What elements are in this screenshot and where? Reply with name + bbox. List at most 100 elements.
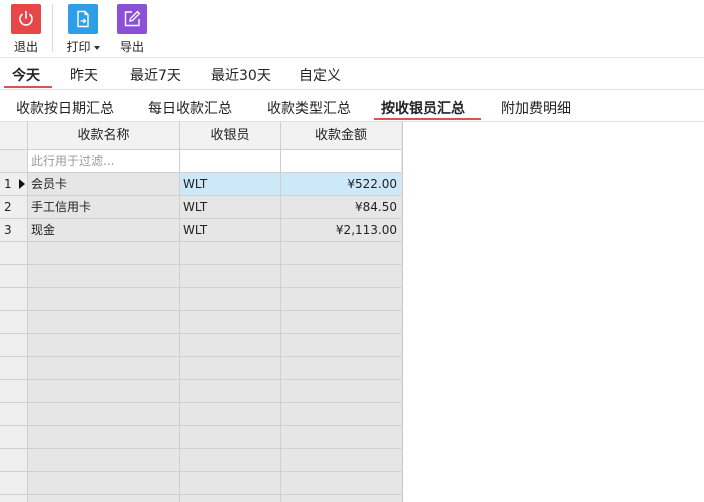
export-label: 导出 [119, 40, 144, 54]
empty-cell [28, 495, 180, 502]
cell-cashier[interactable]: WLT [180, 219, 281, 242]
edit-icon [117, 4, 147, 34]
table-row[interactable]: 3 现金 WLT ¥2,113.00 [0, 219, 402, 242]
empty-cell [180, 380, 281, 403]
empty-cell [28, 449, 180, 472]
empty-cell [281, 311, 401, 334]
empty-cell [0, 357, 28, 380]
grid-header: 收款名称 收银员 收款金额 [0, 122, 402, 150]
tab-yesterday[interactable]: 昨天 [70, 65, 98, 85]
empty-cell [180, 311, 281, 334]
empty-cell [0, 472, 28, 495]
power-icon [11, 4, 41, 34]
filter-row-header [0, 150, 28, 173]
table-row[interactable]: 2 手工信用卡 WLT ¥84.50 [0, 196, 402, 219]
cell-name[interactable]: 会员卡 [28, 173, 180, 196]
empty-cell [0, 426, 28, 449]
filter-input-amount[interactable] [281, 150, 401, 173]
empty-cell [28, 380, 180, 403]
empty-cell [281, 403, 401, 426]
empty-row [0, 426, 402, 449]
empty-cell [0, 495, 28, 502]
empty-cell [28, 311, 180, 334]
empty-cell [281, 472, 401, 495]
empty-cell [180, 288, 281, 311]
tab-daily[interactable]: 每日收款汇总 [148, 98, 232, 118]
cell-cashier[interactable]: WLT [180, 196, 281, 219]
empty-cell [281, 426, 401, 449]
empty-row [0, 449, 402, 472]
cell-amount[interactable]: ¥84.50 [281, 196, 401, 219]
row-header-corner [0, 122, 28, 150]
empty-cell [28, 242, 180, 265]
empty-cell [281, 495, 401, 502]
current-row-pointer-icon [19, 179, 25, 189]
empty-cell [281, 265, 401, 288]
date-range-tabs: 今天 昨天 最近7天 最近30天 自定义 [0, 58, 704, 90]
tab-by-type[interactable]: 收款类型汇总 [267, 98, 351, 118]
table-row[interactable]: 1 会员卡 WLT ¥522.00 [0, 173, 402, 196]
cell-amount[interactable]: ¥522.00 [281, 173, 401, 196]
row-indicator: 1 [0, 173, 28, 196]
empty-row [0, 403, 402, 426]
cell-name[interactable]: 现金 [28, 219, 180, 242]
filter-row: 此行用于过滤... [0, 150, 402, 173]
cashier-summary-grid: 收款名称 收银员 收款金额 此行用于过滤... 1 会员卡 WLT ¥522.0… [0, 122, 403, 502]
empty-cell [28, 426, 180, 449]
empty-cell [180, 265, 281, 288]
active-tab-underline [374, 118, 481, 120]
tab-today[interactable]: 今天 [12, 65, 40, 85]
empty-cell [0, 380, 28, 403]
cell-amount[interactable]: ¥2,113.00 [281, 219, 401, 242]
empty-cell [0, 449, 28, 472]
export-button[interactable]: 导出 [109, 4, 155, 55]
cell-name[interactable]: 手工信用卡 [28, 196, 180, 219]
tab-by-cashier[interactable]: 按收银员汇总 [381, 98, 465, 118]
empty-row [0, 334, 402, 357]
empty-cell [281, 357, 401, 380]
empty-cell [180, 242, 281, 265]
column-header-cashier[interactable]: 收银员 [180, 122, 281, 150]
toolbar-separator [52, 4, 53, 52]
column-header-name[interactable]: 收款名称 [28, 122, 180, 150]
empty-row [0, 265, 402, 288]
empty-cell [180, 403, 281, 426]
empty-row [0, 495, 402, 502]
exit-label: 退出 [13, 40, 38, 54]
empty-row [0, 357, 402, 380]
cell-cashier[interactable]: WLT [180, 173, 281, 196]
empty-cell [0, 311, 28, 334]
empty-cell [180, 472, 281, 495]
empty-cell [28, 472, 180, 495]
chevron-down-icon [93, 45, 100, 50]
tab-custom[interactable]: 自定义 [299, 65, 341, 85]
empty-cell [180, 334, 281, 357]
empty-row [0, 288, 402, 311]
filter-input-cashier[interactable] [180, 150, 281, 173]
print-icon [68, 4, 98, 34]
empty-row [0, 380, 402, 403]
empty-cell [180, 449, 281, 472]
empty-cell [281, 242, 401, 265]
empty-cell [281, 449, 401, 472]
tab-last-30-days[interactable]: 最近30天 [211, 65, 271, 85]
empty-cell [281, 334, 401, 357]
empty-cell [0, 265, 28, 288]
empty-cell [28, 265, 180, 288]
tab-surcharge-detail[interactable]: 附加费明细 [501, 98, 571, 118]
active-tab-underline [4, 86, 52, 88]
empty-cell [0, 288, 28, 311]
print-label: 打印 [60, 38, 106, 55]
tab-last-7-days[interactable]: 最近7天 [130, 65, 181, 85]
print-button[interactable]: 打印 [60, 4, 106, 55]
filter-input-name[interactable]: 此行用于过滤... [28, 150, 180, 173]
toolbar: 退出 打印 导出 [0, 0, 704, 58]
empty-row [0, 472, 402, 495]
empty-cell [28, 357, 180, 380]
row-indicator: 3 [0, 219, 28, 242]
empty-cell [28, 403, 180, 426]
row-indicator: 2 [0, 196, 28, 219]
exit-button[interactable]: 退出 [3, 4, 49, 55]
tab-by-date[interactable]: 收款按日期汇总 [16, 98, 114, 118]
column-header-amount[interactable]: 收款金额 [281, 122, 401, 150]
